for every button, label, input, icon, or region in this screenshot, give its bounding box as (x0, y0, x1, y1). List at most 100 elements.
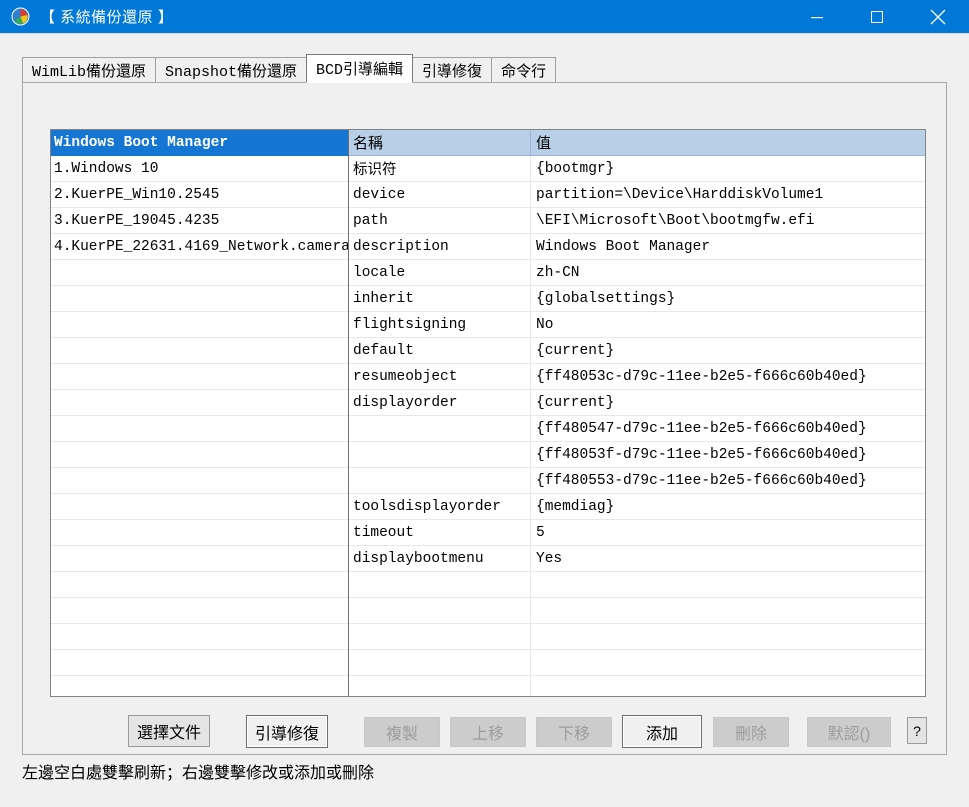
table-row[interactable]: flightsigning No (349, 312, 925, 338)
cell-value: {current} (536, 394, 615, 411)
cell-value (531, 650, 925, 675)
cell-name: description (349, 234, 531, 259)
client-area: WimLib備份還原 Snapshot備份還原 BCD引導編輯 引導修復 命令行… (0, 33, 969, 807)
tab-snapshot-backup-restore[interactable]: Snapshot備份還原 (155, 57, 308, 83)
boot-entry-empty-row[interactable] (51, 572, 348, 598)
boot-repair-button[interactable]: 引導修復 (246, 715, 328, 748)
boot-entry-empty-row[interactable] (51, 598, 348, 624)
select-file-button[interactable]: 選擇文件 (128, 715, 210, 747)
boot-entry-empty-row[interactable] (51, 260, 348, 286)
maximize-icon (871, 10, 883, 23)
cell-value: {memdiag} (536, 498, 615, 515)
tab-bcd-boot-edit[interactable]: BCD引導編輯 (306, 54, 414, 83)
app-globe-icon (7, 0, 33, 33)
cell-value: zh-CN (536, 264, 580, 281)
boot-entry-empty-row[interactable] (51, 546, 348, 572)
boot-entry-item-2[interactable]: 2.KuerPE_Win10.2545 (51, 182, 348, 208)
cell-name (349, 468, 531, 493)
table-row[interactable]: displayorder {current} (349, 390, 925, 416)
action-button-row: 選擇文件 引導修復 複製 上移 下移 添加 刪除 默認() ? (50, 705, 927, 753)
boot-entry-list-header[interactable]: Windows Boot Manager (51, 130, 348, 156)
add-button[interactable]: 添加 (622, 715, 702, 748)
close-icon (930, 9, 946, 24)
move-up-button[interactable]: 上移 (450, 717, 526, 747)
cell-value: {bootmgr} (536, 160, 615, 177)
maximize-button[interactable] (847, 0, 907, 33)
table-row[interactable]: {ff480553-d79c-11ee-b2e5-f666c60b40ed} (349, 468, 925, 494)
table-row[interactable]: description Windows Boot Manager (349, 234, 925, 260)
boot-entry-list[interactable]: Windows Boot Manager 1.Windows 10 2.Kuer… (51, 130, 349, 696)
boot-entry-item-1[interactable]: 1.Windows 10 (51, 156, 348, 182)
boot-entry-empty-row[interactable] (51, 650, 348, 676)
cell-value: {ff480553-d79c-11ee-b2e5-f666c60b40ed} (536, 472, 867, 489)
tab-boot-repair[interactable]: 引導修復 (412, 57, 493, 83)
cell-value: {ff48053c-d79c-11ee-b2e5-f666c60b40ed} (536, 368, 867, 385)
cell-name: path (349, 208, 531, 233)
boot-entry-empty-row[interactable] (51, 442, 348, 468)
cell-name: timeout (349, 520, 531, 545)
table-row[interactable] (349, 624, 925, 650)
boot-entry-empty-row[interactable] (51, 494, 348, 520)
boot-entry-empty-row[interactable] (51, 312, 348, 338)
tab-wimlib-backup-restore[interactable]: WimLib備份還原 (22, 57, 157, 83)
cell-name: 标识符 (349, 156, 531, 181)
table-row[interactable]: inherit {globalsettings} (349, 286, 925, 312)
boot-entry-empty-row[interactable] (51, 364, 348, 390)
cell-value (531, 598, 925, 623)
boot-entry-empty-row[interactable] (51, 520, 348, 546)
cell-value: 5 (536, 524, 545, 541)
boot-entry-empty-row[interactable] (51, 624, 348, 650)
close-button[interactable] (907, 0, 969, 33)
cell-name: displayorder (349, 390, 531, 415)
boot-entry-empty-row[interactable] (51, 416, 348, 442)
boot-entry-empty-row[interactable] (51, 468, 348, 494)
table-row[interactable]: device partition=\Device\HarddiskVolume1 (349, 182, 925, 208)
hint-text: 左邊空白處雙擊刷新；右邊雙擊修改或添加或刪除 (22, 765, 375, 782)
tab-command-line[interactable]: 命令行 (491, 57, 557, 83)
table-row[interactable]: 标识符 {bootmgr} (349, 156, 925, 182)
table-row[interactable]: {ff48053f-d79c-11ee-b2e5-f666c60b40ed} (349, 442, 925, 468)
table-row[interactable] (349, 650, 925, 676)
set-default-button[interactable]: 默認() (807, 717, 891, 747)
detail-table-header-row: 名稱 值 (349, 130, 925, 156)
boot-entry-empty-row[interactable] (51, 286, 348, 312)
boot-entry-empty-row[interactable] (51, 390, 348, 416)
table-row[interactable]: resumeobject {ff48053c-d79c-11ee-b2e5-f6… (349, 364, 925, 390)
boot-entry-item-3[interactable]: 3.KuerPE_19045.4235 (51, 208, 348, 234)
cell-value: {current} (536, 342, 615, 359)
table-row[interactable]: {ff480547-d79c-11ee-b2e5-f666c60b40ed} (349, 416, 925, 442)
cell-name: toolsdisplayorder (349, 494, 531, 519)
table-row[interactable] (349, 572, 925, 598)
boot-entry-item-4[interactable]: 4.KuerPE_22631.4169_Network.camera.Stabl (51, 234, 348, 260)
cell-name: displaybootmenu (349, 546, 531, 571)
column-header-name: 名稱 (349, 130, 531, 155)
cell-value: Windows Boot Manager (536, 238, 711, 255)
cell-name (349, 416, 531, 441)
table-row[interactable] (349, 598, 925, 624)
cell-name: device (349, 182, 531, 207)
copy-button[interactable]: 複製 (364, 717, 440, 747)
boot-entry-empty-row[interactable] (51, 338, 348, 364)
table-row[interactable]: displaybootmenu Yes (349, 546, 925, 572)
delete-button[interactable]: 刪除 (713, 717, 789, 747)
bcd-detail-table[interactable]: 名稱 值 标识符 {bootmgr} device partition=\Dev… (349, 130, 925, 696)
bcd-grid: Windows Boot Manager 1.Windows 10 2.Kuer… (50, 129, 926, 697)
cell-value: {globalsettings} (536, 290, 676, 307)
window-title: 【 系統備份還原 】 (40, 9, 174, 26)
column-header-value: 值 (536, 135, 552, 152)
table-row[interactable]: default {current} (349, 338, 925, 364)
cell-name (349, 650, 531, 675)
move-down-button[interactable]: 下移 (536, 717, 612, 747)
table-row[interactable] (349, 676, 925, 696)
cell-name (349, 442, 531, 467)
help-button[interactable]: ? (907, 717, 927, 744)
cell-name (349, 572, 531, 597)
table-row[interactable]: locale zh-CN (349, 260, 925, 286)
table-row[interactable]: toolsdisplayorder {memdiag} (349, 494, 925, 520)
cell-name: inherit (349, 286, 531, 311)
cell-value: No (536, 316, 554, 333)
boot-entry-empty-row[interactable] (51, 676, 348, 696)
minimize-button[interactable] (787, 0, 847, 33)
table-row[interactable]: path \EFI\Microsoft\Boot\bootmgfw.efi (349, 208, 925, 234)
table-row[interactable]: timeout 5 (349, 520, 925, 546)
